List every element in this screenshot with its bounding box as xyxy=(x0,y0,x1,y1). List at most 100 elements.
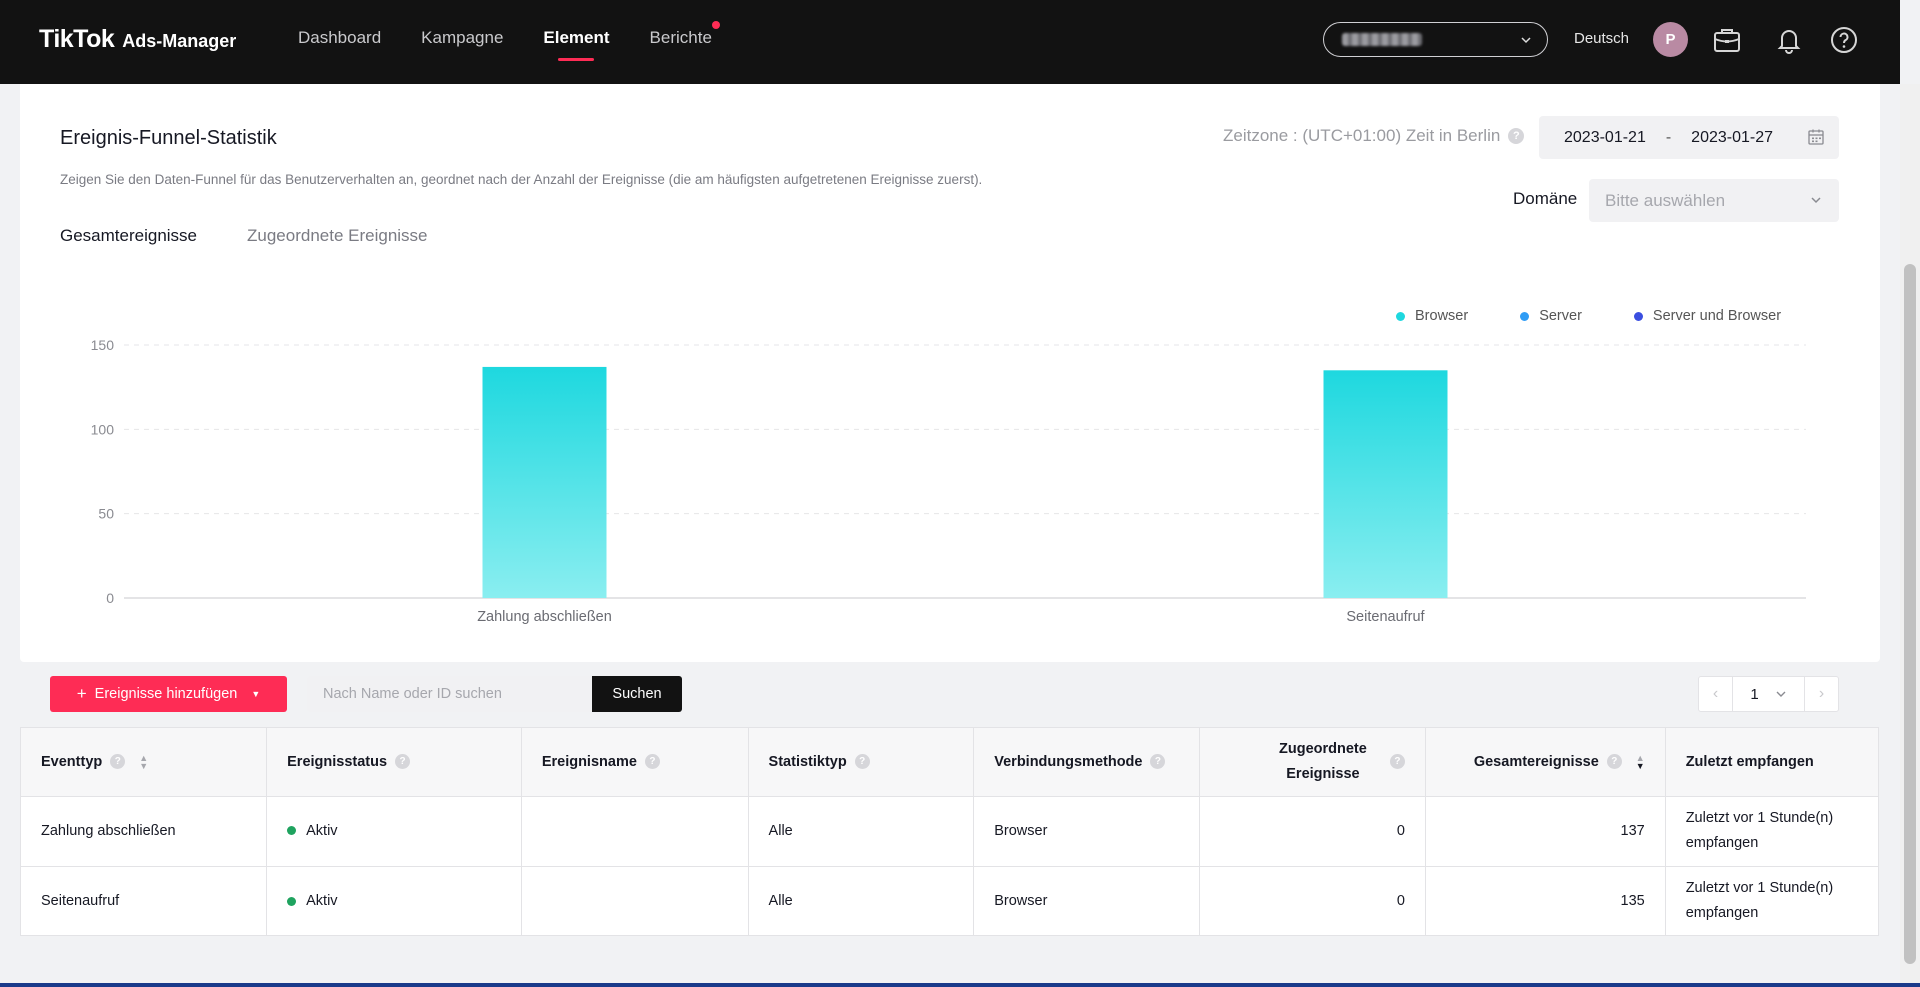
help-icon[interactable] xyxy=(1828,24,1860,56)
question-icon[interactable]: ? xyxy=(854,754,870,770)
event-tabs: Gesamtereignisse Zugeordnete Ereignisse xyxy=(60,226,428,246)
page-scrollbar[interactable] xyxy=(1900,84,1920,987)
briefcase-icon[interactable] xyxy=(1711,24,1743,56)
nav-element[interactable]: Element xyxy=(543,0,610,84)
cell-last: Zuletzt vor 1 Stunde(n) empfangen xyxy=(1665,796,1878,867)
sort-icon[interactable]: ▲ ▼ xyxy=(1636,753,1645,770)
timezone-label: Zeitzone : (UTC+01:00) Zeit in Berlin ? xyxy=(1223,126,1525,146)
nav-kampagne[interactable]: Kampagne xyxy=(421,0,503,84)
status-dot xyxy=(287,896,297,906)
domain-label: Domäne xyxy=(1513,189,1578,208)
question-icon[interactable]: ? xyxy=(395,754,411,770)
col-name: Ereignisname? xyxy=(521,728,749,797)
question-icon[interactable]: ? xyxy=(1508,128,1525,144)
question-icon[interactable]: ? xyxy=(110,754,126,770)
chevron-left-icon[interactable]: ‹ xyxy=(1699,677,1733,711)
col-label: Ereignisstatus xyxy=(287,753,388,770)
cell-eventtyp: Zahlung abschließen xyxy=(21,796,268,867)
col-assigned: Zugeordnete Ereignisse? xyxy=(1199,728,1426,797)
date-end: 2023-01-27 xyxy=(1691,128,1774,146)
col-label: Statistiktyp xyxy=(768,753,847,770)
tab-assigned-events[interactable]: Zugeordnete Ereignisse xyxy=(247,226,428,246)
scrollbar-thumb[interactable] xyxy=(1904,264,1916,964)
y-tick-label: 150 xyxy=(91,337,115,353)
main-nav: Dashboard Kampagne Element Berichte xyxy=(298,0,720,84)
col-status: Ereignisstatus? xyxy=(266,728,522,797)
nav-berichte[interactable]: Berichte xyxy=(650,0,720,84)
tiktok-logo[interactable]: TikTok Ads-Manager xyxy=(39,25,236,54)
cell-stattyp: Alle xyxy=(748,796,975,867)
cell-method: Browser xyxy=(973,796,1201,867)
page-select[interactable]: 1 xyxy=(1733,686,1804,703)
avatar[interactable]: P xyxy=(1653,22,1688,57)
domain-select[interactable]: Bitte auswählen xyxy=(1589,179,1839,222)
y-tick-label: 0 xyxy=(106,590,114,606)
chevron-right-icon[interactable]: › xyxy=(1804,677,1838,711)
language-switch[interactable]: Deutsch xyxy=(1574,30,1629,47)
page-description: Zeigen Sie den Daten-Funnel für das Benu… xyxy=(60,172,983,187)
events-table: Eventtyp? ▲ ▼ Ereignisstatus? Ereignisname… xyxy=(20,727,1879,936)
chevron-down-icon xyxy=(1811,197,1821,204)
cell-eventtyp: Seitenaufruf xyxy=(21,866,268,936)
y-tick-label: 50 xyxy=(98,506,114,522)
x-tick-label: Seitenaufruf xyxy=(1346,609,1425,625)
plus-icon: + xyxy=(76,684,87,703)
bar-0 xyxy=(482,366,607,598)
question-icon[interactable]: ? xyxy=(1150,754,1166,770)
cell-name xyxy=(521,796,749,867)
add-events-label: Ereignisse hinzufügen xyxy=(94,686,238,702)
question-icon[interactable]: ? xyxy=(1606,754,1622,770)
calendar-icon xyxy=(1808,129,1824,145)
date-start: 2023-01-21 xyxy=(1564,128,1646,146)
col-label: Ereignisname xyxy=(541,753,637,770)
cell-status: Aktiv xyxy=(266,866,522,936)
notification-dot xyxy=(711,21,720,29)
col-label: Eventtyp xyxy=(41,753,103,770)
cell-assigned: 0 xyxy=(1199,796,1426,867)
status-dot xyxy=(287,826,297,836)
col-label: Verbindungsmethode xyxy=(994,753,1143,770)
table-row[interactable]: Zahlung abschließen Aktiv Alle Browser 0… xyxy=(21,796,1878,867)
date-range-picker[interactable]: 2023-01-21 - 2023-01-27 xyxy=(1539,116,1839,159)
cell-method: Browser xyxy=(973,866,1201,936)
bottom-edge xyxy=(0,983,1920,987)
account-selector[interactable] xyxy=(1323,22,1548,57)
bell-icon[interactable] xyxy=(1773,24,1805,56)
timezone-text: Zeitzone : (UTC+01:00) Zeit in Berlin xyxy=(1223,126,1501,145)
cell-total: 135 xyxy=(1425,866,1666,936)
col-total[interactable]: Gesamtereignisse? ▲ ▼ xyxy=(1425,728,1666,797)
y-tick-label: 100 xyxy=(91,421,115,437)
cell-status: Aktiv xyxy=(266,796,522,867)
search-input[interactable] xyxy=(307,676,592,712)
question-icon[interactable]: ? xyxy=(644,754,660,770)
logo-sub: Ads-Manager xyxy=(122,31,237,51)
nav-dashboard[interactable]: Dashboard xyxy=(298,0,381,84)
cell-last: Zuletzt vor 1 Stunde(n) empfangen xyxy=(1685,880,1834,922)
col-stattyp: Statistiktyp? xyxy=(748,728,975,797)
funnel-bar-chart: 0 50 100 150 Zahlung abschließen Seitenaufruf xyxy=(91,337,1806,625)
sort-icon[interactable]: ▲ ▼ xyxy=(139,753,148,770)
search-button[interactable]: Suchen xyxy=(592,676,682,712)
col-eventtyp[interactable]: Eventtyp? ▲ ▼ xyxy=(21,728,268,797)
table-row[interactable]: Seitenaufruf Aktiv Alle Browser 0 135 Zu… xyxy=(21,866,1878,936)
cell-stattyp: Alle xyxy=(748,866,975,936)
tab-total-events[interactable]: Gesamtereignisse xyxy=(60,226,197,246)
caret-down-icon: ▼ xyxy=(251,689,261,699)
col-method: Verbindungsmethode? xyxy=(973,728,1201,797)
bar-1 xyxy=(1323,370,1448,598)
status-label: Aktiv xyxy=(306,822,338,839)
chevron-down-icon xyxy=(1521,37,1531,44)
cell-total: 137 xyxy=(1425,796,1666,867)
table-header-row: Eventtyp? ▲ ▼ Ereignisstatus? Ereignisname… xyxy=(21,728,1878,797)
col-last: Zuletzt empfangen xyxy=(1665,728,1878,797)
add-events-button[interactable]: + Ereignisse hinzufügen ▼ xyxy=(50,676,287,712)
question-icon[interactable]: ? xyxy=(1389,754,1405,770)
current-page: 1 xyxy=(1750,685,1759,703)
cell-assigned: 0 xyxy=(1199,866,1426,936)
col-label: Zugeordnete Ereignisse xyxy=(1279,740,1367,782)
col-label: Gesamtereignisse xyxy=(1473,753,1599,770)
chevron-down-icon xyxy=(1776,691,1786,697)
account-name-blurred xyxy=(1342,33,1422,46)
x-tick-label: Zahlung abschließen xyxy=(477,609,612,625)
cell-name xyxy=(521,866,749,936)
